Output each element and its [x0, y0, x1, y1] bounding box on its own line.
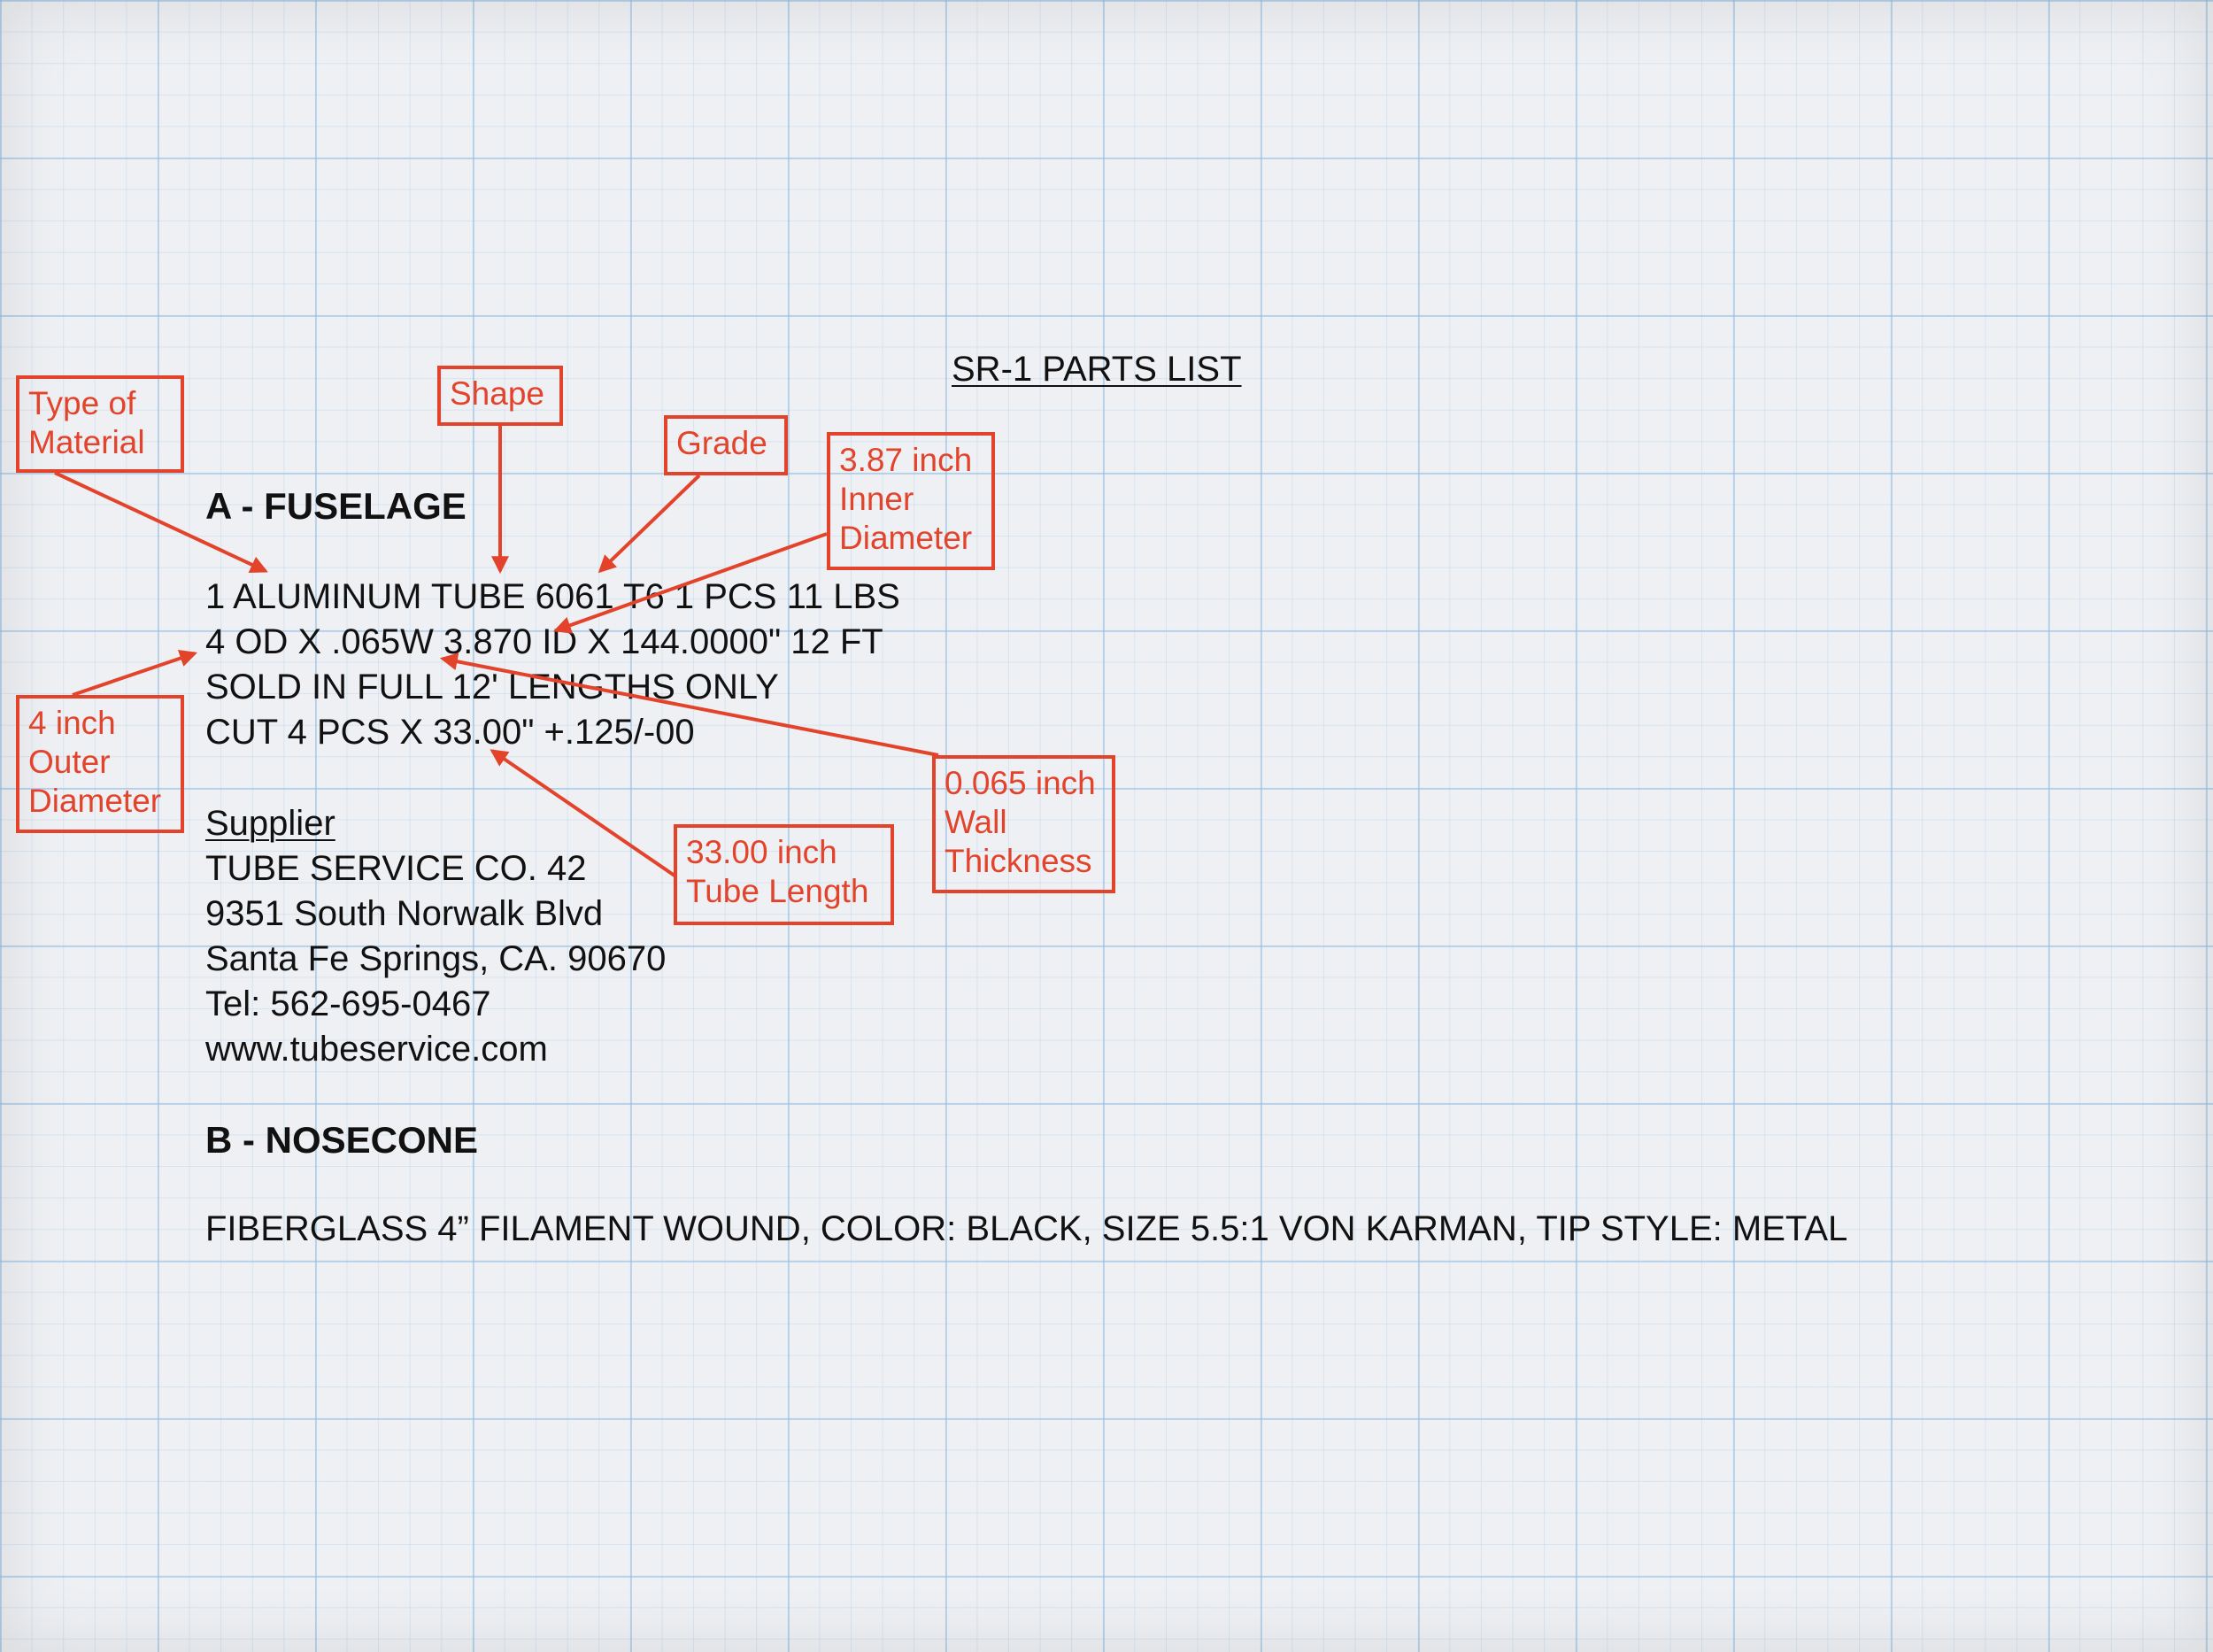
callout-wall-thickness: 0.065 inch Wall Thickness — [932, 755, 1115, 893]
callout-outer-diameter-line-3: Diameter — [28, 783, 162, 819]
supplier-tel: Tel: 562-695-0467 — [205, 984, 491, 1023]
callout-tube-length-line-1: 33.00 inch — [686, 834, 837, 870]
callout-tube-length: 33.00 inch Tube Length — [674, 824, 894, 925]
callout-type-of-material-line-2: Material — [28, 424, 145, 460]
supplier-city: Santa Fe Springs, CA. 90670 — [205, 939, 667, 978]
page-title: SR-1 PARTS LIST — [952, 350, 1242, 389]
callout-inner-diameter-line-3: Diameter — [839, 520, 973, 556]
callout-inner-diameter: 3.87 inch Inner Diameter — [827, 432, 995, 570]
callout-type-of-material-line-1: Type of — [28, 385, 136, 421]
supplier-website: www.tubeservice.com — [205, 1030, 548, 1069]
section-b-heading: B - NOSECONE — [205, 1119, 479, 1161]
supplier-label: Supplier — [205, 804, 335, 843]
callout-wall-thickness-line-1: 0.065 inch — [945, 765, 1096, 801]
callout-shape-line-1: Shape — [450, 375, 544, 412]
supplier-street: 9351 South Norwalk Blvd — [205, 894, 604, 933]
callout-inner-diameter-line-1: 3.87 inch — [839, 442, 973, 478]
callout-outer-diameter-line-2: Outer — [28, 744, 111, 780]
callout-wall-thickness-line-2: Wall — [945, 804, 1007, 840]
callout-grade: Grade — [664, 415, 788, 475]
spec-line-4: CUT 4 PCS X 33.00" +.125/-00 — [205, 713, 695, 752]
callout-outer-diameter-line-1: 4 inch — [28, 705, 116, 741]
section-a-heading: A - FUSELAGE — [205, 485, 467, 527]
arrow-grade — [598, 474, 701, 574]
supplier-name: TUBE SERVICE CO. 42 — [205, 849, 587, 888]
callout-grade-line-1: Grade — [676, 425, 767, 461]
nosecone-spec-line: FIBERGLASS 4” FILAMENT WOUND, COLOR: BLA… — [205, 1209, 1848, 1248]
spec-line-3: SOLD IN FULL 12' LENGTHS ONLY — [205, 668, 779, 706]
callout-outer-diameter: 4 inch Outer Diameter — [16, 695, 184, 833]
callout-tube-length-line-2: Tube Length — [686, 873, 869, 909]
spec-line-1: 1 ALUMINUM TUBE 6061 T6 1 PCS 11 LBS — [205, 577, 900, 616]
callout-wall-thickness-line-3: Thickness — [945, 843, 1092, 879]
callout-inner-diameter-line-2: Inner — [839, 481, 914, 517]
arrow-outer-diameter — [72, 649, 198, 697]
callout-type-of-material: Type of Material — [16, 375, 184, 473]
spec-line-2: 4 OD X .065W 3.870 ID X 144.0000" 12 FT — [205, 622, 883, 661]
callout-shape: Shape — [437, 366, 563, 426]
